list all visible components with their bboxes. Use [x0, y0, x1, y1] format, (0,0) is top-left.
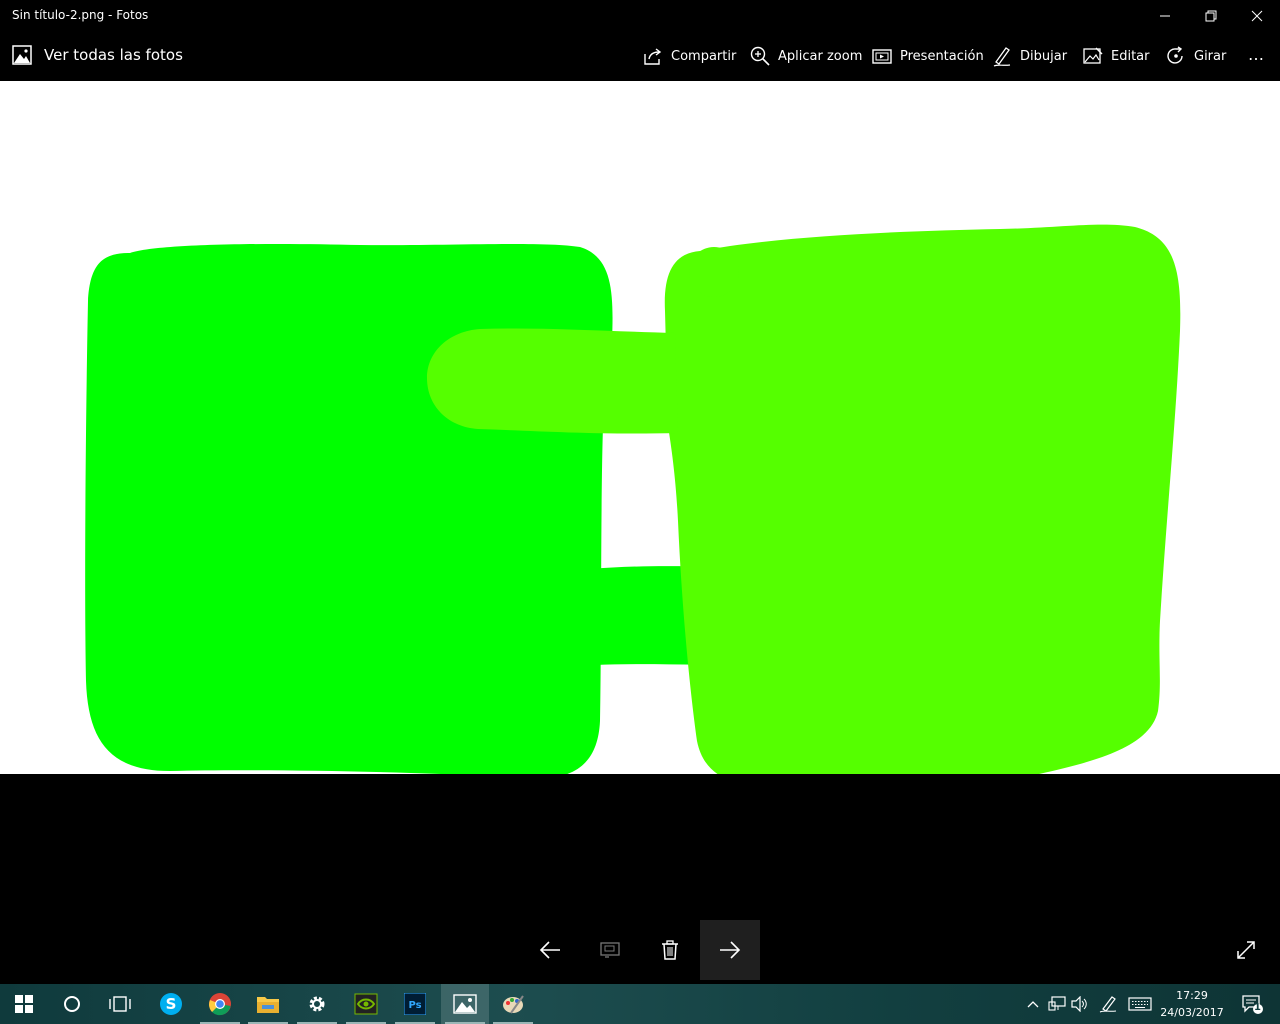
green-blocks-drawing	[85, 224, 1181, 774]
taskbar: S Ps 17:29 24/03/2017 1	[0, 984, 1280, 1024]
view-all-photos-button[interactable]: Ver todas las fotos	[12, 45, 183, 65]
cortana-button[interactable]	[48, 984, 96, 1024]
close-button[interactable]	[1234, 0, 1280, 32]
more-options-button[interactable]: …	[1248, 42, 1264, 66]
trash-icon	[662, 940, 678, 960]
upper-connector	[427, 328, 678, 434]
share-icon	[644, 48, 662, 65]
nvidia-icon	[354, 993, 378, 1015]
gear-icon	[309, 996, 325, 1012]
speaker-icon	[1071, 996, 1087, 1012]
svg-text:S: S	[166, 995, 177, 1013]
arrow-left-icon	[539, 941, 560, 959]
set-lock-screen-button[interactable]	[580, 920, 640, 980]
cortana-icon	[64, 996, 80, 1012]
clock-date: 24/03/2017	[1160, 1006, 1224, 1019]
title-bar: Sin título-2.png - Fotos	[0, 0, 1280, 32]
edit-photo-icon	[1083, 47, 1103, 64]
view-all-photos-label: Ver todas las fotos	[44, 46, 183, 64]
show-hidden-icons-button[interactable]	[1022, 984, 1044, 1024]
minimize-icon	[1160, 15, 1170, 17]
skype-icon: S	[160, 993, 182, 1015]
photoshop-taskbar-button[interactable]: Ps	[391, 984, 439, 1024]
action-center-button[interactable]: 1	[1234, 984, 1270, 1024]
fullscreen-button[interactable]	[1216, 920, 1276, 980]
draw-pen-icon	[993, 47, 1011, 67]
pen-icon	[1099, 996, 1117, 1013]
draw-button[interactable]: Dibujar	[992, 44, 1067, 68]
share-button[interactable]: Compartir	[643, 44, 736, 68]
chrome-taskbar-button[interactable]	[196, 984, 244, 1024]
task-view-button[interactable]	[96, 984, 144, 1024]
next-button[interactable]	[700, 920, 760, 980]
photo-navigation	[0, 840, 1280, 980]
pen-workspace-button[interactable]	[1097, 984, 1119, 1024]
keyboard-icon	[1128, 997, 1152, 1011]
draw-label: Dibujar	[1020, 48, 1068, 64]
chrome-icon	[209, 993, 231, 1016]
svg-text:Ps: Ps	[408, 1000, 421, 1011]
photoshop-icon: Ps	[404, 993, 426, 1015]
nvidia-taskbar-button[interactable]	[342, 984, 390, 1024]
delete-button[interactable]	[640, 920, 700, 980]
rotate-button[interactable]: Girar	[1166, 44, 1226, 68]
minimize-button[interactable]	[1142, 0, 1188, 32]
more-icon: …	[1248, 44, 1264, 64]
clock-time: 17:29	[1176, 989, 1208, 1002]
photos-taskbar-button[interactable]	[441, 984, 489, 1024]
start-button[interactable]	[0, 984, 48, 1024]
volume-button[interactable]	[1069, 984, 1091, 1024]
lock-screen-icon	[600, 942, 620, 958]
restore-button[interactable]	[1188, 0, 1234, 32]
paint-icon	[503, 995, 524, 1014]
share-label: Compartir	[671, 48, 737, 64]
network-button[interactable]	[1046, 984, 1068, 1024]
paint-taskbar-button[interactable]	[489, 984, 537, 1024]
zoom-in-icon	[750, 46, 770, 66]
photos-icon	[12, 45, 32, 65]
previous-button[interactable]	[520, 920, 580, 980]
settings-taskbar-button[interactable]	[293, 984, 341, 1024]
skype-taskbar-button[interactable]: S	[147, 984, 195, 1024]
photos-app-icon	[453, 994, 477, 1014]
close-icon	[1251, 10, 1263, 22]
network-icon	[1048, 996, 1066, 1011]
expand-icon	[1237, 941, 1255, 959]
displayed-image[interactable]	[0, 81, 1280, 774]
edit-button[interactable]: Editar	[1083, 44, 1150, 68]
zoom-button[interactable]: Aplicar zoom	[750, 44, 862, 68]
clock[interactable]: 17:29 24/03/2017	[1158, 987, 1226, 1021]
windows-icon	[15, 995, 33, 1013]
window-title: Sin título-2.png - Fotos	[12, 8, 149, 22]
chevron-up-icon	[1027, 1001, 1039, 1008]
arrow-right-icon	[720, 941, 741, 959]
slideshow-button[interactable]: Presentación	[872, 44, 984, 68]
notification-count: 1	[1254, 1002, 1261, 1013]
right-green-block	[664, 224, 1181, 774]
slideshow-icon	[872, 49, 892, 64]
right-block-corner	[689, 247, 739, 297]
file-explorer-taskbar-button[interactable]	[244, 984, 292, 1024]
rotate-label: Girar	[1194, 48, 1227, 64]
app-toolbar: Ver todas las fotos Compartir Aplicar zo…	[0, 32, 1280, 80]
rotate-icon	[1167, 46, 1183, 64]
slideshow-label: Presentación	[900, 48, 984, 64]
edit-label: Editar	[1111, 48, 1150, 64]
folder-icon	[257, 997, 279, 1013]
task-view-icon	[109, 996, 131, 1012]
left-green-block	[85, 243, 613, 774]
zoom-label: Aplicar zoom	[778, 48, 863, 64]
touch-keyboard-button[interactable]	[1126, 984, 1154, 1024]
restore-icon	[1205, 10, 1217, 22]
